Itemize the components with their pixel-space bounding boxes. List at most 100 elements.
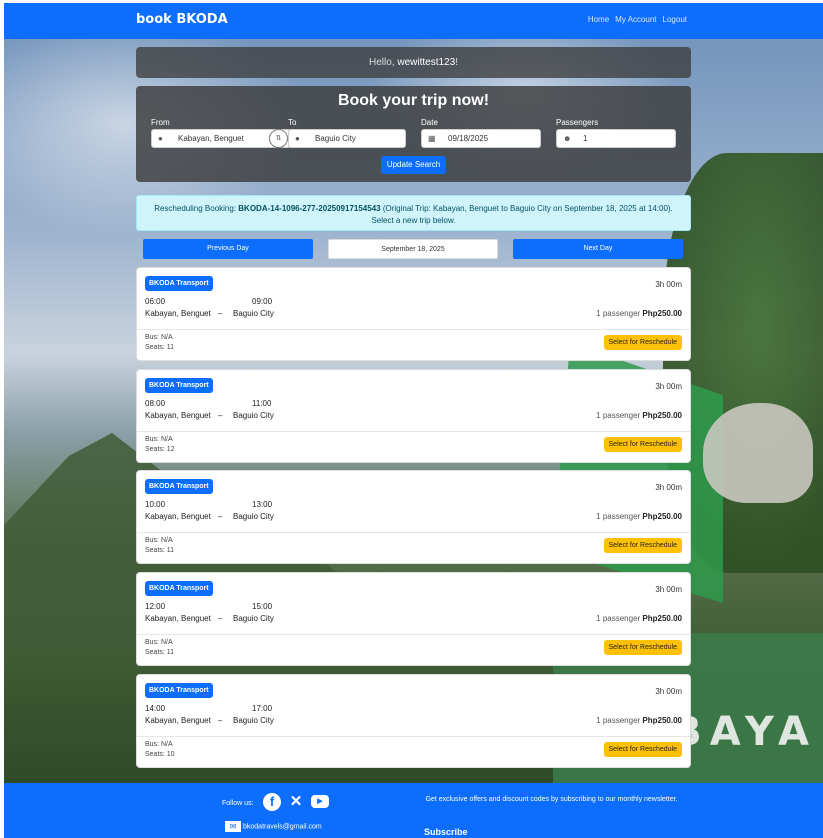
card-divider [137,634,690,635]
trip-destination: Baguio City [233,716,274,725]
trip-origin: Kabayan, Benguet [145,309,211,318]
trip-price-info: 1 passenger Php250.00 [596,614,682,623]
select-for-reschedule-button[interactable]: Select for Reschedule [603,640,682,655]
operator-badge: BKODA Transport [145,479,213,494]
newsletter-promo: Get exclusive offers and discount codes … [425,796,678,803]
arrival-time: 09:00 [252,297,273,306]
passengers-field[interactable]: ☻ 1 [556,129,676,148]
trip-price: Php250.00 [642,309,682,318]
youtube-icon[interactable]: ▶ [311,795,329,808]
calendar-icon: ▦ [428,134,436,143]
trip-duration: 3h 00m [655,280,682,289]
location-pin-icon: ● [295,134,300,143]
trip-card: BKODA Transport 3h 00m 12:00 15:00 Kabayan, … [136,572,691,666]
reschedule-line: Rescheduling Booking: BKODA-14-1096-277-… [137,203,690,215]
trip-origin: Kabayan, Benguet [145,512,211,521]
trip-origin: Kabayan, Benguet [145,716,211,725]
card-divider [137,532,690,533]
trip-origin: Kabayan, Benguet [145,614,211,623]
trip-price: Php250.00 [642,411,682,420]
date-field[interactable]: ▦ 09/18/2025 [421,129,541,148]
nav-home-link[interactable]: Home [588,15,609,24]
user-icon: ☻ [563,134,572,143]
departure-time: 12:00 [145,602,166,611]
operator-badge: BKODA Transport [145,276,213,291]
reschedule-instruction: Select a new trip below. [371,216,456,225]
route-separator: – [218,716,223,725]
follow-us-label: Follow us: [222,800,254,807]
trip-destination: Baguio City [233,512,274,521]
trip-duration: 3h 00m [655,483,682,492]
passenger-count: 1 passenger [596,512,641,521]
current-date-display: September 18, 2025 [328,239,498,259]
previous-day-button[interactable]: Previous Day [143,239,313,259]
trip-card: BKODA Transport 3h 00m 10:00 13:00 Kabayan, … [136,470,691,564]
bus-info: Bus: N/A [145,537,173,544]
brand-logo[interactable]: book BKODA [136,12,228,27]
trip-duration: 3h 00m [655,585,682,594]
footer: Follow us: f ✕ ▶ ✉ bkodatravels@gmail.com… [4,783,823,838]
trip-duration: 3h 00m [655,382,682,391]
trip-price-info: 1 passenger Php250.00 [596,411,682,420]
from-label: From [151,118,170,127]
reschedule-alert: Rescheduling Booking: BKODA-14-1096-277-… [136,195,691,231]
nav-my-account-link[interactable]: My Account [615,15,656,24]
next-day-button[interactable]: Next Day [513,239,683,259]
passenger-count: 1 passenger [596,411,641,420]
bus-info: Bus: N/A [145,334,173,341]
trip-card: BKODA Transport 3h 00m 08:00 11:00 Kabayan, … [136,369,691,463]
select-for-reschedule-button[interactable]: Select for Reschedule [603,335,682,350]
card-divider [137,736,690,737]
seats-available: Seats: 11 [145,649,175,656]
reschedule-prefix: Rescheduling Booking: [154,204,239,213]
day-navigation: Previous Day September 18, 2025 Next Day [136,239,691,259]
envelope-icon: ✉ [225,821,241,832]
to-value: Baguio City [315,134,356,143]
x-icon[interactable]: ✕ [287,793,305,811]
departure-time: 14:00 [145,704,166,713]
from-value: Kabayan, Benguet [178,134,244,143]
route-separator: – [218,614,223,623]
trip-origin: Kabayan, Benguet [145,411,211,420]
operator-badge: BKODA Transport [145,378,213,393]
greeting-prefix: Hello, [369,57,398,68]
departure-time: 06:00 [145,297,166,306]
nav-logout-link[interactable]: Logout [663,15,687,24]
select-for-reschedule-button[interactable]: Select for Reschedule [603,538,682,553]
to-field[interactable]: ● Baguio City [288,129,406,148]
trip-destination: Baguio City [233,411,274,420]
location-pin-icon: ● [158,134,163,143]
bus-info: Bus: N/A [145,639,173,646]
passengers-value: 1 [583,134,588,143]
trip-destination: Baguio City [233,614,274,623]
operator-badge: BKODA Transport [145,683,213,698]
social-links: f ✕ ▶ [263,793,329,811]
to-label: To [288,118,297,127]
route-separator: – [218,512,223,521]
email-contact[interactable]: ✉ bkodatravels@gmail.com [225,821,322,832]
seats-available: Seats: 12 [145,446,175,453]
select-for-reschedule-button[interactable]: Select for Reschedule [603,437,682,452]
trip-price: Php250.00 [642,716,682,725]
reschedule-booking-id: BKODA-14-1096-277-20250917154543 [238,204,381,213]
trip-price-info: 1 passenger Php250.00 [596,309,682,318]
bus-info: Bus: N/A [145,436,173,443]
nav-links: Home My Account Logout [588,15,687,24]
trip-card: BKODA Transport 3h 00m 06:00 09:00 Kabayan, … [136,267,691,361]
facebook-icon[interactable]: f [263,793,281,811]
navbar: book BKODA Home My Account Logout [4,3,823,39]
trip-price-info: 1 passenger Php250.00 [596,716,682,725]
trip-price: Php250.00 [642,614,682,623]
select-for-reschedule-button[interactable]: Select for Reschedule [603,742,682,757]
swap-locations-button[interactable]: ⇅ [269,129,288,148]
passengers-label: Passengers [556,118,599,127]
operator-badge: BKODA Transport [145,581,213,596]
arrival-time: 11:00 [252,399,272,408]
greeting-username: wewittest123 [397,57,456,68]
trip-price-info: 1 passenger Php250.00 [596,512,682,521]
departure-time: 08:00 [145,399,166,408]
trip-card: BKODA Transport 3h 00m 14:00 17:00 Kabayan, … [136,674,691,768]
arrival-time: 13:00 [252,500,273,509]
update-search-button[interactable]: Update Search [381,156,446,174]
seats-available: Seats: 11 [145,344,175,351]
